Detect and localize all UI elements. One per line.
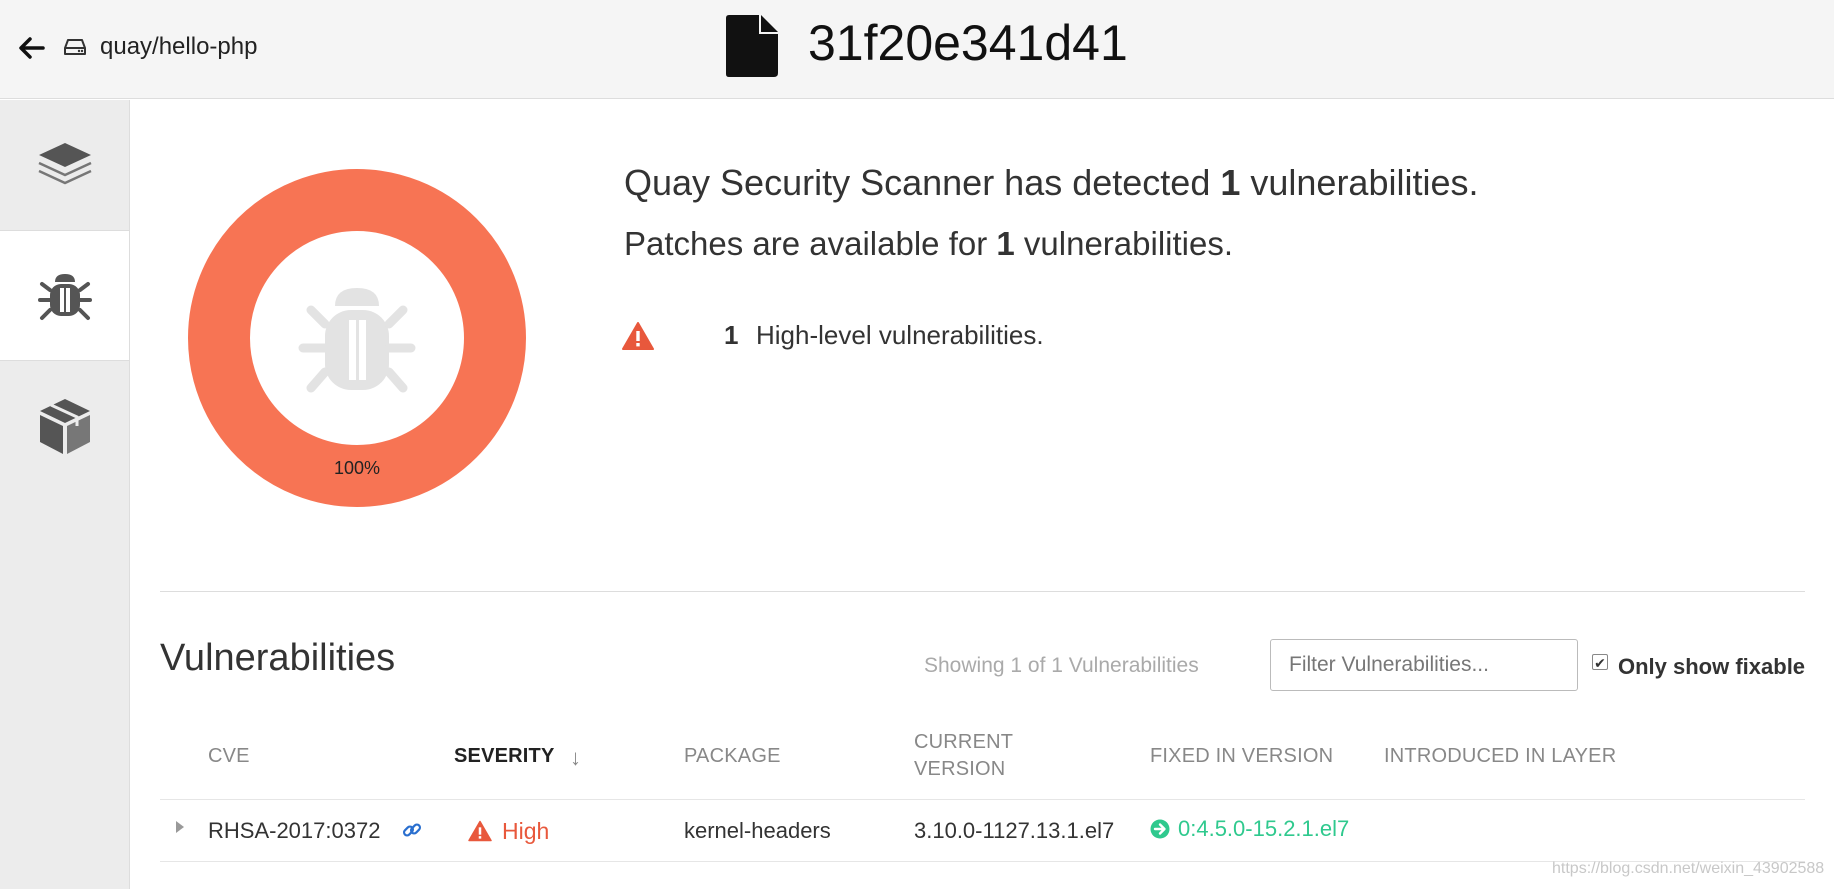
layers-icon <box>37 142 92 184</box>
fixed-in-version-value: 0:4.5.0-15.2.1.el7 <box>1178 816 1350 841</box>
sidebar <box>0 100 130 889</box>
severity-value: High <box>502 817 550 844</box>
link-icon[interactable] <box>402 820 422 840</box>
severity-count: 1 <box>724 320 739 350</box>
detected-count: 1 <box>1220 162 1241 203</box>
detected-prefix: Quay Security Scanner has detected <box>624 162 1221 203</box>
column-header-current-version[interactable]: CURRENT VERSION <box>914 731 1013 784</box>
vulnerability-donut-chart <box>188 169 526 507</box>
tab-security[interactable] <box>0 230 129 360</box>
section-divider <box>160 591 1805 592</box>
file-icon <box>726 15 778 77</box>
severity-summary-row: 1 High-level vulnerabilities. <box>622 316 1044 356</box>
warning-icon <box>468 820 492 842</box>
only-fixable-checkbox[interactable]: ✔ <box>1592 654 1608 671</box>
hdd-icon <box>64 39 86 55</box>
patches-count: 1 <box>996 225 1015 262</box>
table-header-divider <box>160 799 1805 800</box>
patches-prefix: Patches are available for <box>624 225 997 262</box>
page-title: 31f20e341d41 <box>808 15 1128 71</box>
patches-suffix: vulnerabilities. <box>1014 225 1234 262</box>
current-version-line2: VERSION <box>914 758 1006 780</box>
column-header-introduced-in-layer[interactable]: INTRODUCED IN LAYER <box>1384 745 1616 768</box>
column-header-package[interactable]: PACKAGE <box>684 745 781 768</box>
donut-percent-label: 100% <box>333 458 381 478</box>
package-icon <box>39 398 90 454</box>
sort-descending-icon[interactable]: ↓ <box>570 745 581 771</box>
top-bar: quay/hello-php 31f20e341d41 <box>0 0 1834 99</box>
detected-suffix: vulnerabilities. <box>1240 162 1479 203</box>
severity-label: High-level vulnerabilities. <box>756 320 1044 350</box>
column-header-fixed-in-version[interactable]: FIXED IN VERSION <box>1150 745 1333 768</box>
repository-link[interactable]: quay/hello-php <box>100 33 257 61</box>
patches-summary: Patches are available for 1 vulnerabilit… <box>624 225 1233 263</box>
warning-icon <box>622 322 654 350</box>
watermark: https://blog.csdn.net/weixin_43902588 <box>1552 860 1825 877</box>
bug-icon <box>298 288 416 393</box>
tab-packages[interactable] <box>0 360 129 490</box>
vulnerabilities-heading: Vulnerabilities <box>160 637 396 679</box>
detected-summary: Quay Security Scanner has detected 1 vul… <box>624 162 1479 204</box>
column-header-cve[interactable]: CVE <box>208 745 250 768</box>
column-header-severity[interactable]: SEVERITY <box>454 745 555 768</box>
arrow-circle-right-icon <box>1150 819 1170 839</box>
current-version-line1: CURRENT <box>914 731 1014 753</box>
tab-layers[interactable] <box>0 100 129 229</box>
cve-id: RHSA-2017:0372 <box>208 818 381 843</box>
fixed-in-version-cell: 0:4.5.0-15.2.1.el7 <box>1150 816 1349 842</box>
bug-icon <box>37 273 92 320</box>
only-fixable-label[interactable]: Only show fixable <box>1618 654 1805 680</box>
expand-row-icon[interactable] <box>176 821 184 833</box>
showing-count: Showing 1 of 1 Vulnerabilities <box>924 654 1199 677</box>
current-version: 3.10.0-1127.13.1.el7 <box>914 818 1115 843</box>
severity-cell: High <box>468 816 549 846</box>
back-arrow-icon[interactable] <box>18 36 46 60</box>
package-name: kernel-headers <box>684 818 831 843</box>
filter-vulnerabilities-input[interactable] <box>1270 639 1578 691</box>
